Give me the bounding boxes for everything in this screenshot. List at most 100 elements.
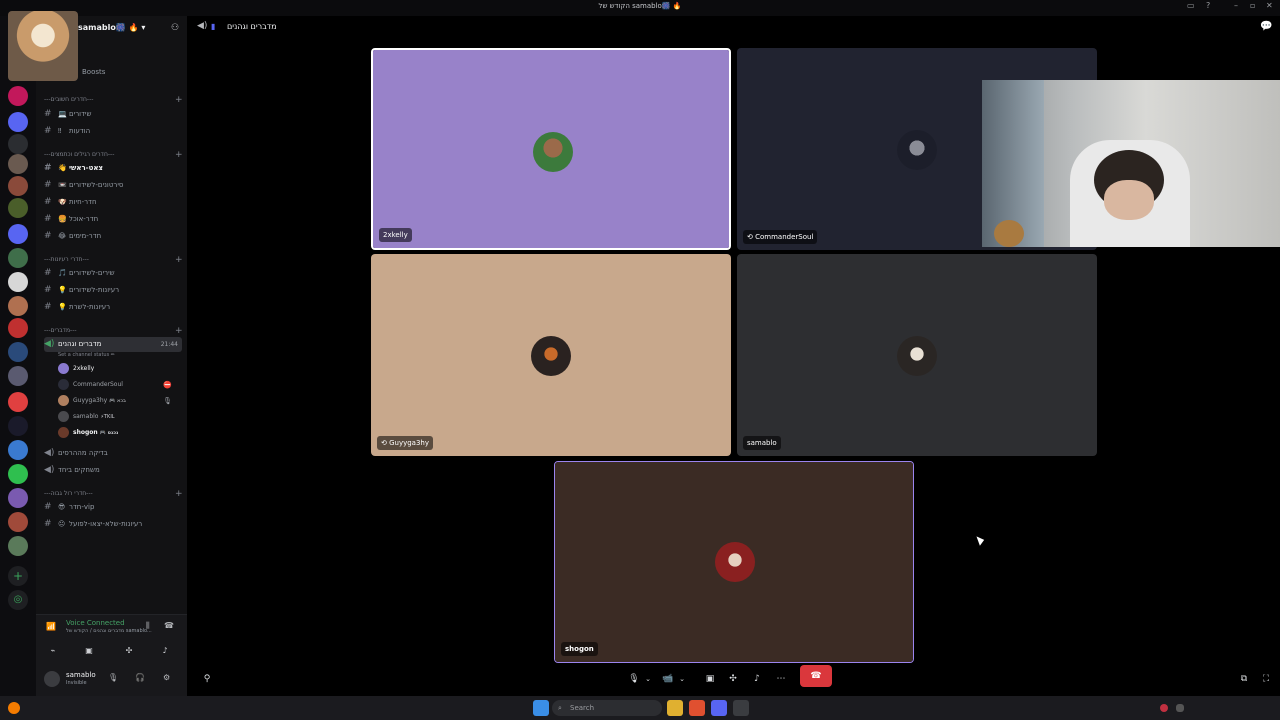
category-header[interactable]: ---חדרי רעיונות--- +: [44, 255, 183, 265]
channel-item[interactable]: # 😂 חדר-מימים: [44, 229, 182, 244]
server-icon[interactable]: [8, 134, 28, 154]
server-icon[interactable]: [8, 440, 28, 460]
add-channel-icon[interactable]: +: [175, 326, 183, 336]
end-call-button[interactable]: ☎: [800, 665, 832, 687]
server-icon[interactable]: [8, 536, 28, 556]
file-explorer-icon[interactable]: [667, 700, 683, 716]
signal-icon[interactable]: 📶: [46, 622, 56, 631]
activities-icon[interactable]: ✣: [116, 643, 142, 659]
discord-icon[interactable]: [711, 700, 727, 716]
add-channel-icon[interactable]: +: [175, 255, 183, 265]
server-icon[interactable]: [8, 416, 28, 436]
server-icon[interactable]: [8, 392, 28, 412]
fullscreen-icon[interactable]: ⛶: [1259, 668, 1273, 690]
category-header[interactable]: ---חדרים חשובים--- +: [44, 95, 183, 105]
settings-gear-icon[interactable]: ⚙: [163, 673, 170, 682]
mic-icon[interactable]: 🎙: [108, 673, 118, 682]
tray-icon[interactable]: [1176, 704, 1184, 712]
server-icon[interactable]: [8, 366, 28, 386]
voice-channel-active[interactable]: ◀) מדברים וגהנים 21:44: [44, 337, 182, 352]
channel-item[interactable]: # 🐶 חדר-חיות: [44, 195, 182, 210]
category-header[interactable]: ---חדרי רול גבוה--- +: [44, 489, 183, 499]
server-icon[interactable]: [8, 224, 28, 244]
voice-channel[interactable]: ◀) בדיקה מההרסים: [44, 446, 182, 461]
screen-share-icon[interactable]: ▣: [76, 643, 102, 659]
channel-item[interactable]: # 😎 חדר-vip: [44, 500, 182, 515]
weather-icon[interactable]: [8, 702, 20, 714]
channel-item[interactable]: # 👋 צאט-ראשי: [44, 161, 182, 176]
server-icon[interactable]: [8, 342, 28, 362]
server-icon[interactable]: [8, 512, 28, 532]
channel-item[interactable]: # 🎵 שירים-לשידורים: [44, 266, 182, 281]
add-channel-icon[interactable]: +: [175, 150, 183, 160]
start-icon[interactable]: [533, 700, 549, 716]
server-icon[interactable]: [8, 318, 28, 338]
camera-icon[interactable]: 📹: [661, 668, 675, 690]
server-icon[interactable]: [8, 488, 28, 508]
voice-user[interactable]: Guyyga3hy 🎮 בכא 🎙: [58, 394, 178, 408]
soundboard-icon[interactable]: ♪: [152, 643, 178, 659]
server-icon[interactable]: [8, 154, 28, 174]
server-icon[interactable]: [8, 248, 28, 268]
channel-status[interactable]: Set a channel status ✏: [58, 352, 115, 358]
server-icon[interactable]: [8, 198, 28, 218]
more-options-icon[interactable]: ⋯: [773, 668, 789, 690]
chat-icon[interactable]: 💬: [1260, 21, 1272, 32]
voice-user[interactable]: 2xkelly: [58, 362, 178, 376]
disconnect-icon[interactable]: ☎: [164, 621, 174, 630]
add-member-icon[interactable]: ⚇: [171, 23, 179, 33]
user-avatar[interactable]: [44, 671, 60, 687]
chevron-down-icon[interactable]: ⌄: [643, 668, 653, 690]
voice-user[interactable]: samablo ⚡TKIL: [58, 410, 178, 424]
server-icon[interactable]: [8, 464, 28, 484]
popout-icon[interactable]: ⧉: [1237, 668, 1251, 690]
server-icon[interactable]: [8, 272, 28, 292]
tray-icon[interactable]: [1160, 704, 1168, 712]
inbox-icon[interactable]: ▭: [1187, 1, 1195, 10]
add-server-icon[interactable]: +: [8, 566, 28, 586]
voice-channel[interactable]: ◀) משחקים ביחד: [44, 463, 182, 478]
voice-user[interactable]: shogon 🎮 נכנס: [58, 426, 178, 440]
activities-icon[interactable]: ✣: [725, 668, 741, 690]
screen-share-icon[interactable]: ▣: [702, 668, 718, 690]
chevron-down-icon[interactable]: ⌄: [677, 668, 687, 690]
category-header[interactable]: ---חדרים רגילים וכתמצים--- +: [44, 150, 183, 160]
participant-tile[interactable]: samablo: [737, 254, 1097, 456]
channel-item[interactable]: # 📼 סירטונים-לשידורים: [44, 178, 182, 193]
voice-connected-channel[interactable]: מדברים וגהנים / הקודש של samablo...: [66, 628, 152, 634]
server-icon[interactable]: [8, 176, 28, 196]
minimize-button[interactable]: –: [1234, 1, 1238, 10]
headphones-icon[interactable]: 🎧: [135, 673, 145, 682]
app-icon[interactable]: [733, 700, 749, 716]
soundboard-icon[interactable]: ♪: [749, 668, 765, 690]
channel-item[interactable]: # 💡 רעיונות-לשרת: [44, 300, 182, 315]
maximize-button[interactable]: ▫: [1250, 1, 1255, 10]
camera-off-icon[interactable]: ⌁: [40, 643, 66, 659]
popout-user-icon[interactable]: ⚲: [199, 668, 215, 690]
channel-item[interactable]: # 🍔 חדר-אוכל: [44, 212, 182, 227]
voice-user[interactable]: CommanderSoul ⛔: [58, 378, 178, 392]
server-icon[interactable]: [8, 112, 28, 132]
channel-item[interactable]: # 😐 רעיונות-שלא-יצאו-לפועל: [44, 517, 182, 532]
mic-icon[interactable]: 🎙: [627, 668, 641, 690]
noise-suppression-icon[interactable]: ⫼: [146, 621, 150, 631]
participant-tile[interactable]: shogon: [554, 461, 914, 663]
add-channel-icon[interactable]: +: [175, 489, 183, 499]
channel-item[interactable]: # 💡 רעיונות-לשידורים: [44, 283, 182, 298]
server-icon[interactable]: [8, 86, 28, 106]
voice-connected-status[interactable]: Voice Connected: [66, 619, 125, 627]
channel-item[interactable]: # ‼ הודעות: [44, 124, 182, 139]
taskbar-search[interactable]: ⌕ Search: [552, 700, 662, 716]
add-channel-icon[interactable]: +: [175, 95, 183, 105]
server-name[interactable]: samablo🎆 🔥 ▾: [78, 23, 145, 32]
close-button[interactable]: ✕: [1266, 1, 1273, 10]
help-icon[interactable]: ?: [1206, 1, 1210, 10]
participant-tile[interactable]: ⟲ Guyyga3hy: [371, 254, 731, 456]
server-icon[interactable]: [8, 296, 28, 316]
category-header[interactable]: ---מדברים--- +: [44, 326, 183, 336]
channel-item[interactable]: # 💻 שידורים: [44, 107, 182, 122]
discover-icon[interactable]: ◎: [8, 590, 28, 610]
participant-tile[interactable]: 2xkelly: [371, 48, 731, 250]
username[interactable]: samablo: [66, 671, 96, 679]
browser-icon[interactable]: [689, 700, 705, 716]
